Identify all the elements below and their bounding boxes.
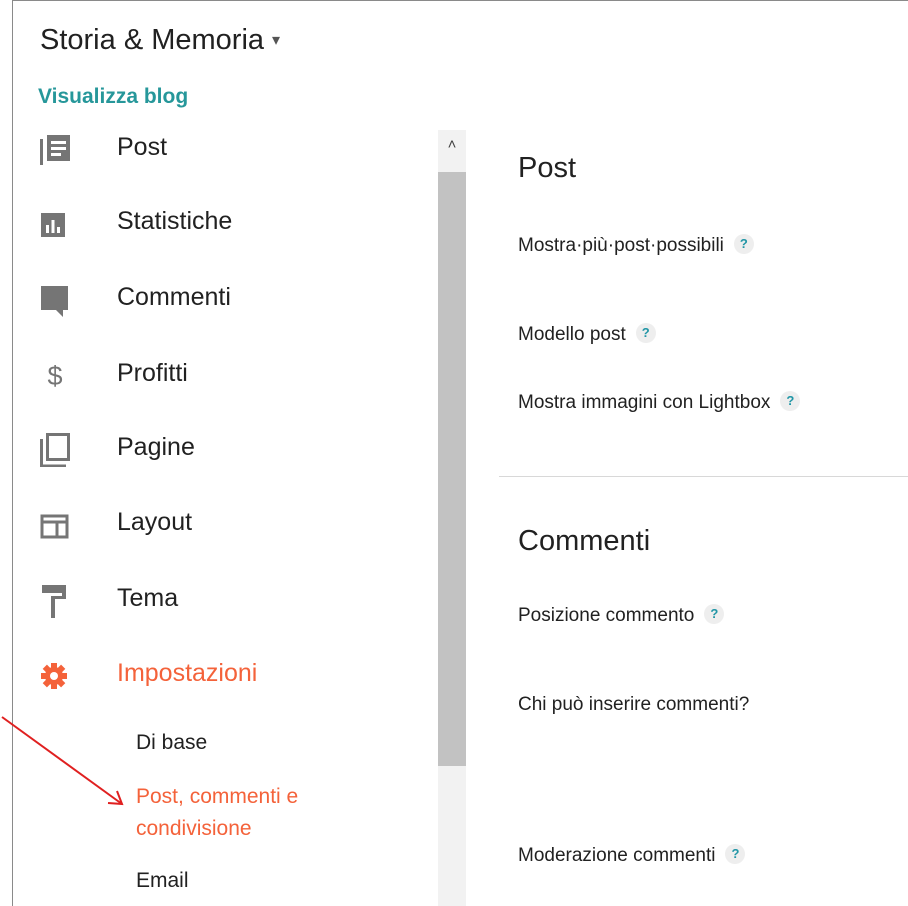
setting-label-text: Mostra immagini con Lightbox xyxy=(518,392,771,413)
sidebar-item-layout[interactable]: Layout xyxy=(40,508,420,548)
layout-icon xyxy=(40,514,69,539)
sidebar-item-label: Impostazioni xyxy=(117,659,258,687)
sidebar-item-profitti[interactable]: $ Profitti xyxy=(40,359,420,399)
sidebar-item-label: Statistiche xyxy=(117,207,233,235)
setting-label: Mostra·più·post·possibili? xyxy=(518,233,754,257)
section-title-commenti: Commenti xyxy=(518,525,651,557)
view-blog-link[interactable]: Visualizza blog xyxy=(38,85,188,109)
gear-icon xyxy=(41,663,67,689)
setting-label: Modello post? xyxy=(518,322,656,346)
sidebar-scrollbar-thumb[interactable] xyxy=(438,172,466,766)
help-icon[interactable]: ? xyxy=(725,843,746,864)
sidebar-item-label: Commenti xyxy=(117,283,231,311)
sidebar-item-label: Pagine xyxy=(117,433,195,461)
stats-icon xyxy=(41,213,65,237)
setting-label: Moderazione commenti? xyxy=(518,843,746,867)
subnav-label-line2: condivisione xyxy=(136,817,252,840)
help-icon[interactable]: ? xyxy=(733,233,754,254)
section-divider xyxy=(499,476,908,477)
setting-label-text: Modello post xyxy=(518,324,626,345)
subnav-post-commenti-condivisione[interactable]: Post, commenti e condivisione xyxy=(136,781,298,845)
setting-label-text: Chi può inserire commenti? xyxy=(518,694,750,715)
setting-label-text: Moderazione commenti xyxy=(518,845,716,866)
sidebar-item-label: Tema xyxy=(117,584,179,612)
section-title-post: Post xyxy=(518,152,577,184)
sidebar-item-label: Profitti xyxy=(117,359,188,387)
help-icon[interactable]: ? xyxy=(780,390,801,411)
sidebar-item-impostazioni[interactable]: Impostazioni xyxy=(40,659,420,699)
help-icon[interactable]: ? xyxy=(635,322,656,343)
posts-icon xyxy=(40,135,70,165)
setting-label: Chi può inserire commenti? xyxy=(518,694,749,716)
setting-label-text: Posizione commento xyxy=(518,605,695,626)
sidebar-item-label: Layout xyxy=(117,508,193,536)
blog-title: Storia & Memoria xyxy=(40,24,265,56)
sidebar-item-statistiche[interactable]: Statistiche xyxy=(40,207,420,247)
scroll-up-icon[interactable]: ˄ xyxy=(438,136,466,156)
setting-label: Posizione commento? xyxy=(518,603,725,627)
blog-selector[interactable]: Storia & Memoria ▾ xyxy=(40,24,280,57)
subnav-di-base[interactable]: Di base xyxy=(136,727,207,759)
pages-icon xyxy=(40,433,70,467)
comment-icon xyxy=(41,286,68,317)
subnav-label-line1: Post, commenti e xyxy=(136,785,299,808)
sidebar-item-pagine[interactable]: Pagine xyxy=(40,433,420,473)
help-icon[interactable]: ? xyxy=(704,603,725,624)
dollar-icon: $ xyxy=(47,361,63,391)
setting-label: Mostra immagini con Lightbox? xyxy=(518,390,801,414)
sidebar-item-label: Post xyxy=(117,133,168,161)
sidebar-item-post[interactable]: Post xyxy=(40,133,420,173)
sidebar-item-commenti[interactable]: Commenti xyxy=(40,283,420,323)
paint-roller-icon xyxy=(42,585,66,618)
subnav-email[interactable]: Email xyxy=(136,865,189,897)
sidebar-item-tema[interactable]: Tema xyxy=(40,584,420,624)
setting-label-text: Mostra·più·post·possibili xyxy=(518,235,724,256)
caret-down-icon: ▾ xyxy=(272,32,281,49)
